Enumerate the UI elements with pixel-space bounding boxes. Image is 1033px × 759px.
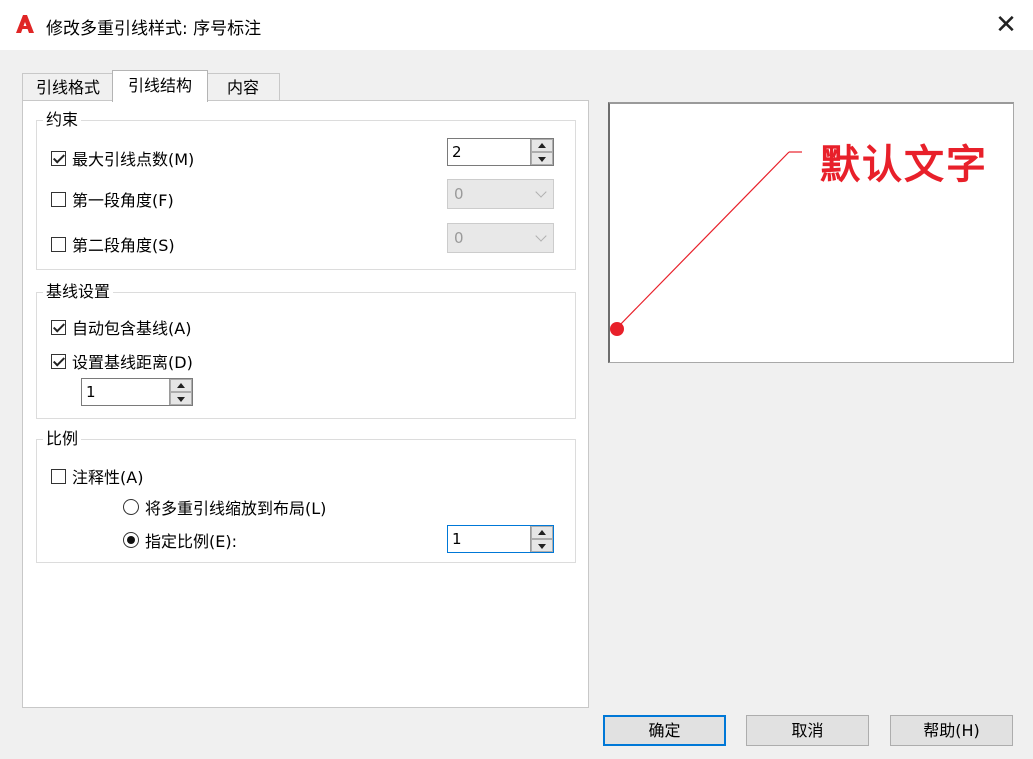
autocad-a-icon (16, 15, 34, 33)
scale-group-title: 比例 (43, 429, 82, 449)
landing-distance-spinner[interactable]: 1 (81, 378, 193, 406)
first-segment-angle-label: 第一段角度(F) (72, 191, 174, 210)
second-segment-angle-select[interactable]: 0 (447, 223, 554, 253)
auto-include-landing-checkbox[interactable] (51, 319, 66, 335)
tab-page-leader-structure: 约束 最大引线点数(M) 2 第一段角度(F) 0 第二段角度(S) 0 基线设… (22, 100, 589, 708)
arrowhead-dot (610, 322, 624, 336)
annotative-label: 注释性(A) (72, 468, 144, 487)
tab-leader-format[interactable]: 引线格式 (22, 73, 114, 101)
constraints-group: 约束 最大引线点数(M) 2 第一段角度(F) 0 第二段角度(S) 0 (36, 110, 576, 270)
max-leader-points-row[interactable]: 最大引线点数(M) (51, 146, 194, 170)
second-segment-angle-label: 第二段角度(S) (72, 236, 175, 255)
scale-to-layout-radio[interactable] (123, 499, 139, 515)
landing-distance-value[interactable]: 1 (82, 379, 169, 405)
preview-default-text: 默认文字 (820, 141, 988, 188)
max-leader-points-spinner[interactable]: 2 (447, 138, 554, 166)
cancel-button[interactable]: 取消 (746, 715, 869, 746)
second-segment-angle-value: 0 (454, 229, 464, 247)
close-icon: ✕ (995, 10, 1017, 40)
scale-to-layout-label: 将多重引线缩放到布局(L) (145, 499, 327, 518)
spin-up-icon[interactable] (531, 526, 553, 539)
window-title: 修改多重引线样式: 序号标注 (46, 19, 262, 39)
spin-up-icon[interactable] (170, 379, 192, 392)
set-landing-distance-row[interactable]: 设置基线距离(D) (51, 349, 193, 373)
chevron-down-icon (533, 179, 553, 209)
spin-down-icon[interactable] (170, 392, 192, 405)
specify-scale-radio[interactable] (123, 532, 139, 548)
scale-to-layout-row[interactable]: 将多重引线缩放到布局(L) (123, 495, 326, 519)
tab-leader-structure[interactable]: 引线结构 (112, 70, 208, 102)
first-segment-angle-row[interactable]: 第一段角度(F) (51, 187, 174, 211)
first-segment-angle-value: 0 (454, 185, 464, 203)
ok-button[interactable]: 确定 (603, 715, 726, 746)
chevron-down-icon (533, 223, 553, 253)
annotative-checkbox[interactable] (51, 468, 66, 484)
constraints-group-title: 约束 (43, 110, 82, 130)
spin-down-icon[interactable] (531, 539, 553, 552)
help-button[interactable]: 帮助(H) (890, 715, 1013, 746)
landing-settings-group: 基线设置 自动包含基线(A) 设置基线距离(D) 1 (36, 282, 576, 419)
landing-settings-group-title: 基线设置 (43, 282, 114, 302)
specify-scale-row[interactable]: 指定比例(E): (123, 528, 237, 552)
specify-scale-value[interactable]: 1 (448, 526, 530, 552)
annotative-row[interactable]: 注释性(A) (51, 464, 143, 488)
first-segment-angle-checkbox[interactable] (51, 191, 66, 207)
title-bar: 修改多重引线样式: 序号标注 ✕ (0, 0, 1033, 50)
second-segment-angle-checkbox[interactable] (51, 236, 66, 252)
specify-scale-label: 指定比例(E): (145, 532, 237, 551)
max-leader-points-checkbox[interactable] (51, 150, 66, 166)
first-segment-angle-select[interactable]: 0 (447, 179, 554, 209)
auto-include-landing-row[interactable]: 自动包含基线(A) (51, 315, 191, 339)
leader-line (615, 151, 790, 330)
tab-content[interactable]: 内容 (206, 73, 280, 101)
close-button[interactable]: ✕ (989, 8, 1023, 42)
specify-scale-spinner[interactable]: 1 (447, 525, 554, 553)
spin-down-icon[interactable] (531, 152, 553, 165)
max-leader-points-value[interactable]: 2 (448, 139, 530, 165)
scale-group: 比例 注释性(A) 将多重引线缩放到布局(L) 指定比例(E): 1 (36, 429, 576, 563)
set-landing-distance-label: 设置基线距离(D) (72, 353, 193, 372)
leader-preview: 默认文字 (608, 102, 1014, 363)
auto-include-landing-label: 自动包含基线(A) (72, 319, 192, 338)
spin-up-icon[interactable] (531, 139, 553, 152)
max-leader-points-label: 最大引线点数(M) (72, 150, 195, 169)
second-segment-angle-row[interactable]: 第二段角度(S) (51, 232, 175, 256)
set-landing-distance-checkbox[interactable] (51, 353, 66, 369)
